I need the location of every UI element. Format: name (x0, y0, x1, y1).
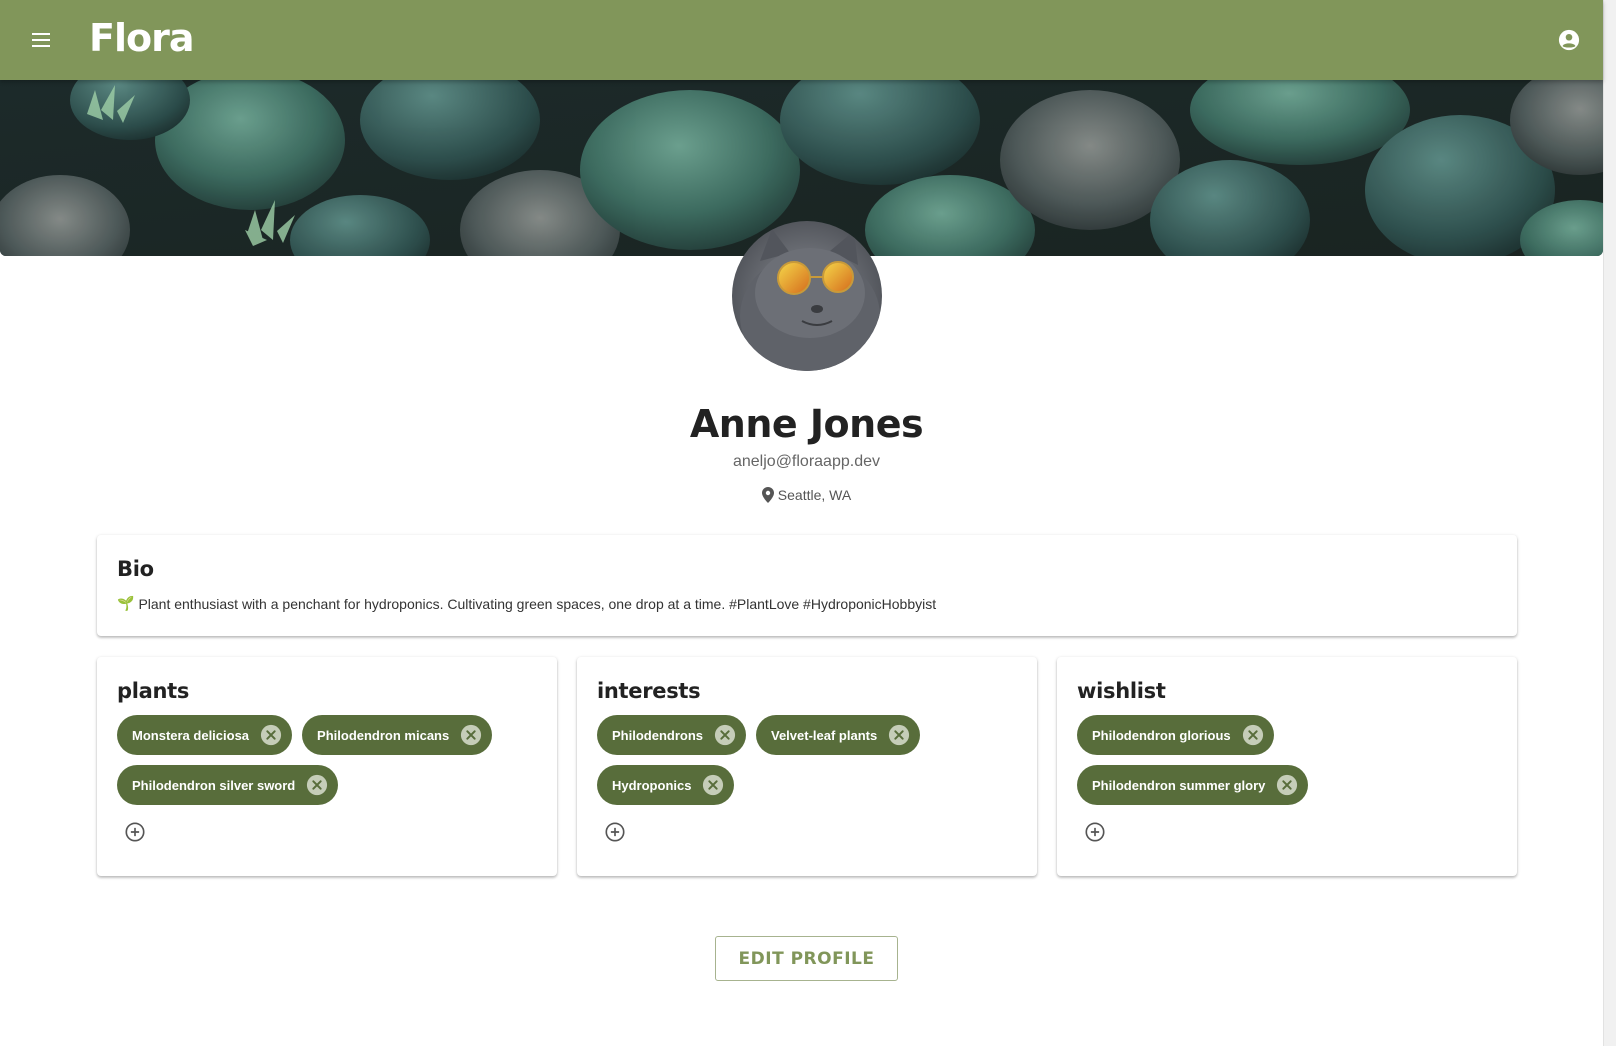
bio-text: Plant enthusiast with a penchant for hyd… (138, 595, 937, 612)
interest-chip[interactable]: Velvet-leaf plants (756, 715, 921, 755)
menu-icon (32, 33, 50, 47)
plants-chips: Monstera deliciosa Philodendron micans P… (117, 715, 537, 805)
close-circle-icon[interactable] (887, 723, 911, 747)
chip-label: Monstera deliciosa (132, 727, 250, 743)
menu-button[interactable] (26, 24, 58, 56)
close-circle-icon[interactable] (713, 723, 737, 747)
chip-label: Hydroponics (612, 777, 692, 793)
plant-chip[interactable]: Philodendron micans (302, 715, 493, 755)
edit-profile-button[interactable]: EDIT PROFILE (715, 936, 898, 981)
plant-chip[interactable]: Monstera deliciosa (117, 715, 293, 755)
chip-label: Philodendrons (612, 727, 703, 743)
wishlist-title: wishlist (1077, 679, 1166, 703)
add-circle-icon (125, 822, 145, 842)
account-button[interactable] (1553, 24, 1585, 56)
bio-title: Bio (117, 557, 154, 581)
seedling-icon: 🌱 (117, 595, 135, 611)
chip-label: Philodendron micans (317, 727, 450, 743)
add-circle-icon (1085, 822, 1105, 842)
interests-title: interests (597, 679, 701, 703)
wishlist-chip[interactable]: Philodendron summer glory (1077, 765, 1309, 805)
app-bar: Flora (0, 0, 1603, 80)
close-circle-icon[interactable] (305, 773, 329, 797)
plants-title: plants (117, 679, 190, 703)
location-text: Seattle, WA (777, 487, 852, 503)
interest-chip[interactable]: Hydroponics (597, 765, 735, 805)
profile-name: Anne Jones (689, 402, 924, 446)
wishlist-chip[interactable]: Philodendron glorious (1077, 715, 1274, 755)
interest-chip[interactable]: Philodendrons (597, 715, 746, 755)
bio-text-row: 🌱 Plant enthusiast with a penchant for h… (117, 595, 1497, 612)
add-circle-icon (605, 822, 625, 842)
add-wishlist-button[interactable] (1083, 820, 1107, 844)
plants-card: plants Monstera deliciosa Philodendron m… (97, 657, 557, 876)
profile-page: Flora Anne Jones aneljo@floraapp.dev Sea… (0, 0, 1616, 1046)
chip-label: Philodendron summer glory (1092, 777, 1266, 793)
page-scrollbar[interactable] (1603, 0, 1616, 1046)
profile-avatar (732, 221, 882, 371)
wishlist-chips: Philodendron glorious Philodendron summe… (1077, 715, 1497, 805)
chip-label: Velvet-leaf plants (771, 727, 878, 743)
close-circle-icon[interactable] (459, 723, 483, 747)
wishlist-card: wishlist Philodendron glorious Philodend… (1057, 657, 1517, 876)
close-circle-icon[interactable] (259, 723, 283, 747)
chip-label: Philodendron silver sword (132, 777, 296, 793)
profile-location: Seattle, WA (0, 487, 1613, 503)
close-circle-icon[interactable] (1275, 773, 1299, 797)
interests-chips: Philodendrons Velvet-leaf plants Hydropo… (597, 715, 1017, 805)
chip-label: Philodendron glorious (1092, 727, 1231, 743)
location-pin-icon (761, 487, 774, 503)
close-circle-icon[interactable] (1241, 723, 1265, 747)
add-plant-button[interactable] (123, 820, 147, 844)
close-circle-icon[interactable] (701, 773, 725, 797)
account-circle-icon (1558, 29, 1580, 51)
profile-email: aneljo@floraapp.dev (732, 453, 880, 470)
plant-chip[interactable]: Philodendron silver sword (117, 765, 339, 805)
bio-card: Bio 🌱 Plant enthusiast with a penchant f… (97, 535, 1517, 636)
interests-card: interests Philodendrons Velvet-leaf plan… (577, 657, 1037, 876)
app-logo[interactable]: Flora (89, 16, 194, 60)
add-interest-button[interactable] (603, 820, 627, 844)
